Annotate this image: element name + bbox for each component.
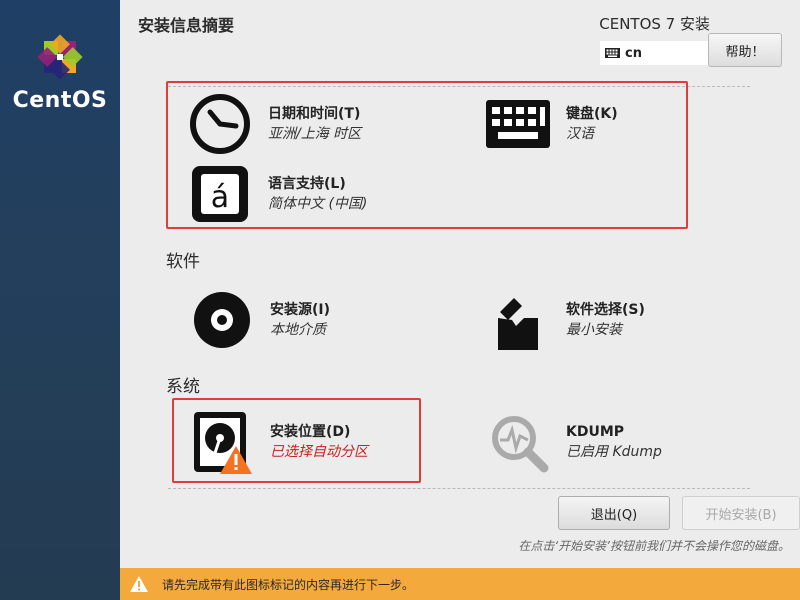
system-section-label: 系统 bbox=[166, 377, 200, 397]
installation-source-status: 本地介质 bbox=[270, 322, 326, 338]
installation-destination-spoke[interactable]: 安装位置(D) 已选择自动分区 bbox=[190, 410, 368, 474]
keyboard-spoke[interactable]: 键盘(K) 汉语 bbox=[486, 92, 618, 156]
software-selection-title: 软件选择(S) bbox=[566, 302, 645, 318]
kdump-status: 已启用 Kdump bbox=[566, 444, 662, 460]
warning-bar: 请先完成带有此图标标记的内容再进行下一步。 bbox=[120, 568, 800, 600]
language-icon: á bbox=[192, 166, 248, 222]
kdump-spoke[interactable]: KDUMP 已启用 Kdump bbox=[486, 410, 662, 474]
installer-window: CentOS 安装信息摘要 CENTOS 7 安装 cn 帮助！ 日期和时间(T… bbox=[0, 0, 800, 600]
keyboard-status: 汉语 bbox=[566, 126, 594, 142]
harddisk-warning-icon bbox=[194, 412, 252, 474]
magnifier-icon bbox=[492, 416, 549, 473]
svg-text:á: á bbox=[211, 180, 229, 215]
quit-button[interactable]: 退出(Q) bbox=[558, 496, 670, 530]
disk-hint-text: 在点击‘开始安装’按钮前我们并不会操作您的磁盘。 bbox=[518, 539, 790, 553]
help-button[interactable]: 帮助！ bbox=[708, 33, 782, 67]
keyboard-icon bbox=[486, 100, 550, 148]
software-section-label: 软件 bbox=[166, 252, 200, 272]
installation-source-spoke[interactable]: 安装源(I) 本地介质 bbox=[190, 288, 330, 352]
keyboard-layout-indicator[interactable]: cn bbox=[600, 41, 708, 65]
keyboard-layout-code: cn bbox=[625, 45, 642, 61]
brand-name: CentOS bbox=[12, 88, 108, 113]
keyboard-icon bbox=[605, 48, 620, 58]
installation-destination-status: 已选择自动分区 bbox=[270, 444, 368, 460]
datetime-spoke[interactable]: 日期和时间(T) 亚洲/上海 时区 bbox=[188, 92, 361, 156]
disc-icon bbox=[194, 292, 250, 348]
page-title: 安装信息摘要 bbox=[138, 16, 235, 35]
software-selection-status: 最小安装 bbox=[566, 322, 622, 338]
language-status: 简体中文 (中国) bbox=[268, 196, 368, 212]
language-title: 语言支持(L) bbox=[268, 176, 346, 192]
keyboard-title: 键盘(K) bbox=[566, 106, 618, 122]
datetime-status: 亚洲/上海 时区 bbox=[268, 126, 362, 142]
sidebar: CentOS bbox=[0, 0, 120, 600]
warning-triangle-icon bbox=[130, 576, 148, 592]
installation-source-title: 安装源(I) bbox=[270, 302, 331, 318]
begin-installation-button[interactable]: 开始安装(B) bbox=[682, 496, 800, 530]
datetime-title: 日期和时间(T) bbox=[268, 106, 361, 122]
clock-icon bbox=[190, 94, 250, 154]
main-content: 安装信息摘要 CENTOS 7 安装 cn 帮助！ 日期和时间(T) 亚洲/上海… bbox=[120, 0, 800, 568]
warning-text: 请先完成带有此图标标记的内容再进行下一步。 bbox=[162, 577, 415, 592]
kdump-title: KDUMP bbox=[566, 424, 625, 440]
package-icon bbox=[498, 298, 538, 350]
language-spoke[interactable]: á 语言支持(L) 简体中文 (中国) bbox=[188, 162, 367, 226]
installation-destination-title: 安装位置(D) bbox=[270, 424, 351, 440]
software-selection-spoke[interactable]: 软件选择(S) 最小安装 bbox=[486, 288, 645, 352]
centos-logo-icon bbox=[37, 34, 83, 80]
divider-bottom bbox=[168, 488, 750, 489]
product-title: CENTOS 7 安装 bbox=[599, 15, 710, 33]
